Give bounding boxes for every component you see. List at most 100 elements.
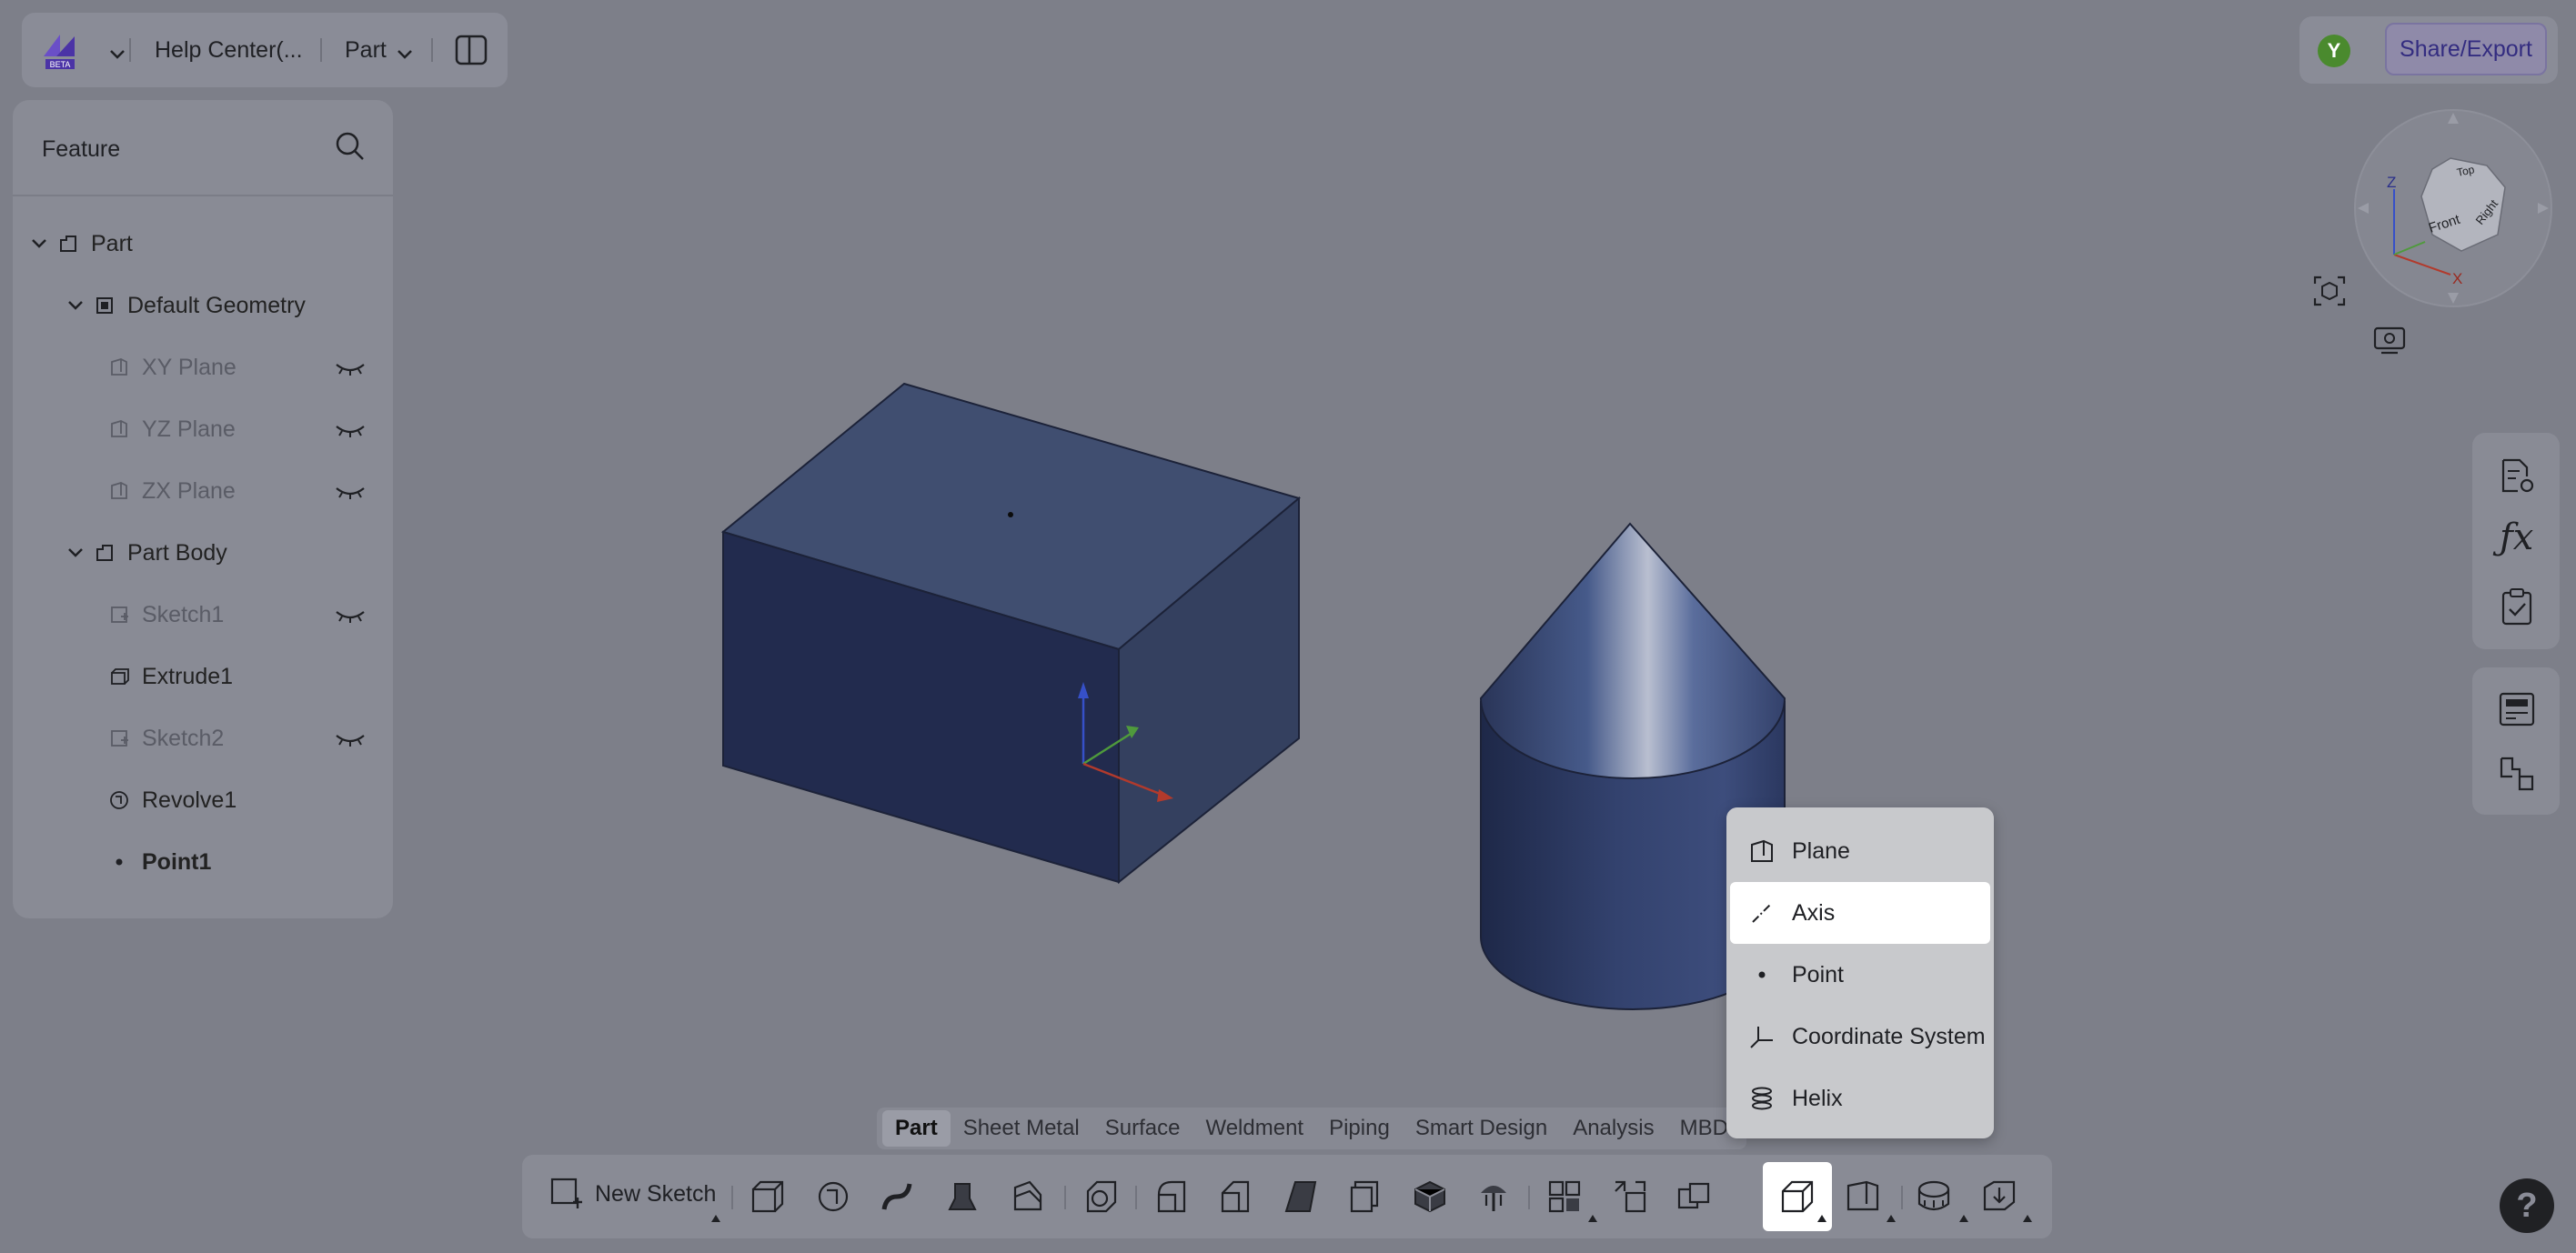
- dropdown-arrow-icon[interactable]: [1959, 1215, 1968, 1222]
- top-right-bar: Y Share/Export: [2299, 16, 2558, 84]
- chevron-down-icon[interactable]: [109, 49, 126, 60]
- axis-label-x: X: [2452, 270, 2462, 287]
- menu-item-label: Helix: [1792, 1085, 1843, 1111]
- fit-view-icon[interactable]: [2312, 275, 2347, 307]
- tab-part[interactable]: Part: [882, 1110, 951, 1147]
- tab-analysis[interactable]: Analysis: [1560, 1110, 1666, 1147]
- tree-item-xy-plane[interactable]: XY Plane: [107, 345, 236, 390]
- hidden-eye-icon[interactable]: [335, 730, 366, 748]
- tab-weldment[interactable]: Weldment: [1192, 1110, 1316, 1147]
- extrude-box[interactable]: [720, 382, 1302, 885]
- document-title[interactable]: Help Center(...: [155, 37, 303, 64]
- tree-item-zx-plane[interactable]: ZX Plane: [107, 468, 236, 514]
- drawing-icon[interactable]: [2498, 691, 2536, 727]
- tree-item-label: Revolve1: [142, 787, 237, 813]
- tree-item-sketch2[interactable]: Sketch2: [107, 716, 224, 761]
- section-view-tool[interactable]: [1841, 1175, 1885, 1218]
- face-tool[interactable]: [1343, 1175, 1386, 1218]
- reference-geometry-dropdown: Plane Axis Point Coordinate System Helix: [1726, 807, 1994, 1138]
- menu-item-helix[interactable]: Helix: [1730, 1068, 1990, 1129]
- tree-item-label: Part: [91, 230, 133, 256]
- sweep-tool[interactable]: [875, 1175, 919, 1218]
- chamfer-tool[interactable]: [1213, 1175, 1257, 1218]
- checklist-icon[interactable]: [2500, 587, 2534, 626]
- thicken-tool[interactable]: [1006, 1175, 1050, 1218]
- revolve-tool[interactable]: [811, 1175, 855, 1218]
- divider: [1901, 1186, 1903, 1209]
- menu-item-point[interactable]: Point: [1730, 944, 1990, 1006]
- tab-piping[interactable]: Piping: [1316, 1110, 1403, 1147]
- tab-sheet-metal[interactable]: Sheet Metal: [951, 1110, 1092, 1147]
- plane-icon: [107, 417, 131, 441]
- tree-item-label: Sketch2: [142, 725, 225, 751]
- tree-item-default-geometry[interactable]: Default Geometry: [67, 283, 306, 328]
- tree-item-sketch1[interactable]: Sketch1: [107, 592, 224, 637]
- tree-item-label: YZ Plane: [142, 416, 236, 442]
- pattern-tool[interactable]: [1543, 1175, 1586, 1218]
- chevron-down-icon[interactable]: [67, 300, 87, 311]
- tree-item-extrude1[interactable]: Extrude1: [107, 654, 233, 699]
- axis-icon: [1748, 899, 1776, 927]
- geometry-icon: [93, 294, 116, 317]
- divider: [731, 1186, 733, 1209]
- tab-surface[interactable]: Surface: [1092, 1110, 1193, 1147]
- tab-smart-design[interactable]: Smart Design: [1403, 1110, 1560, 1147]
- tree-item-point1[interactable]: Point1: [107, 839, 211, 885]
- boolean-tool[interactable]: [1672, 1175, 1716, 1218]
- draft-tool[interactable]: [1279, 1175, 1323, 1218]
- chevron-down-icon[interactable]: [31, 238, 51, 249]
- hidden-eye-icon[interactable]: [335, 421, 366, 439]
- measure-tool[interactable]: [1914, 1175, 1957, 1218]
- rib-tool[interactable]: [1472, 1175, 1515, 1218]
- extrude-tool[interactable]: [746, 1175, 790, 1218]
- tree-item-revolve1[interactable]: Revolve1: [107, 777, 236, 823]
- shell-tool[interactable]: [1079, 1175, 1122, 1218]
- dropdown-arrow-icon[interactable]: [1887, 1215, 1896, 1222]
- menu-item-label: Point: [1792, 961, 1844, 987]
- menu-item-coordinate-system[interactable]: Coordinate System: [1730, 1006, 1990, 1068]
- tree-item-label: Sketch1: [142, 601, 225, 627]
- tree-item-part[interactable]: Part: [31, 221, 133, 266]
- app-logo[interactable]: BETA: [38, 29, 82, 71]
- dropdown-arrow-icon[interactable]: [1817, 1215, 1826, 1222]
- menu-item-label: Plane: [1792, 837, 1850, 864]
- new-sketch-button[interactable]: New Sketch: [549, 1177, 716, 1211]
- right-toolbar-bottom: [2472, 667, 2560, 815]
- tree-item-label: Point1: [142, 848, 212, 875]
- split-tool[interactable]: [1408, 1175, 1452, 1218]
- chevron-down-icon[interactable]: [397, 49, 413, 60]
- hidden-eye-icon[interactable]: [335, 359, 366, 377]
- tree-item-part-body[interactable]: Part Body: [67, 530, 227, 576]
- feature-toolbar: New Sketch: [522, 1155, 2052, 1238]
- tree-item-label: Extrude1: [142, 663, 234, 689]
- dropdown-arrow-icon[interactable]: [711, 1215, 720, 1222]
- assembly-icon[interactable]: [2498, 755, 2536, 793]
- menu-item-axis[interactable]: Axis: [1730, 882, 1990, 944]
- dropdown-arrow-icon[interactable]: [2023, 1215, 2032, 1222]
- help-button[interactable]: ?: [2500, 1178, 2554, 1233]
- mode-selector[interactable]: Part: [345, 37, 387, 64]
- fillet-tool[interactable]: [1150, 1175, 1193, 1218]
- chevron-down-icon[interactable]: [67, 547, 87, 558]
- avatar[interactable]: Y: [2318, 35, 2350, 67]
- hidden-eye-icon[interactable]: [335, 606, 366, 625]
- sketch-icon: [107, 603, 131, 626]
- menu-item-plane[interactable]: Plane: [1730, 820, 1990, 882]
- helix-icon: [1748, 1085, 1776, 1112]
- formula-icon[interactable]: ƒx: [2500, 516, 2533, 558]
- new-sketch-label: New Sketch: [595, 1180, 717, 1207]
- dropdown-arrow-icon[interactable]: [1588, 1215, 1597, 1222]
- search-icon[interactable]: [335, 131, 366, 162]
- display-mode-icon[interactable]: [2372, 326, 2407, 356]
- transform-tool[interactable]: [1608, 1175, 1652, 1218]
- share-export-button[interactable]: Share/Export: [2385, 23, 2547, 75]
- tree-item-yz-plane[interactable]: YZ Plane: [107, 406, 236, 452]
- divider: [13, 195, 393, 196]
- view-cube[interactable]: Top Front Right Z X: [2350, 105, 2556, 311]
- import-tool[interactable]: [1977, 1175, 2021, 1218]
- loft-tool[interactable]: [941, 1175, 984, 1218]
- panel-toggle-icon[interactable]: [455, 35, 488, 65]
- hidden-eye-icon[interactable]: [335, 483, 366, 501]
- document-settings-icon[interactable]: [2498, 456, 2536, 495]
- point-icon: [107, 850, 131, 874]
